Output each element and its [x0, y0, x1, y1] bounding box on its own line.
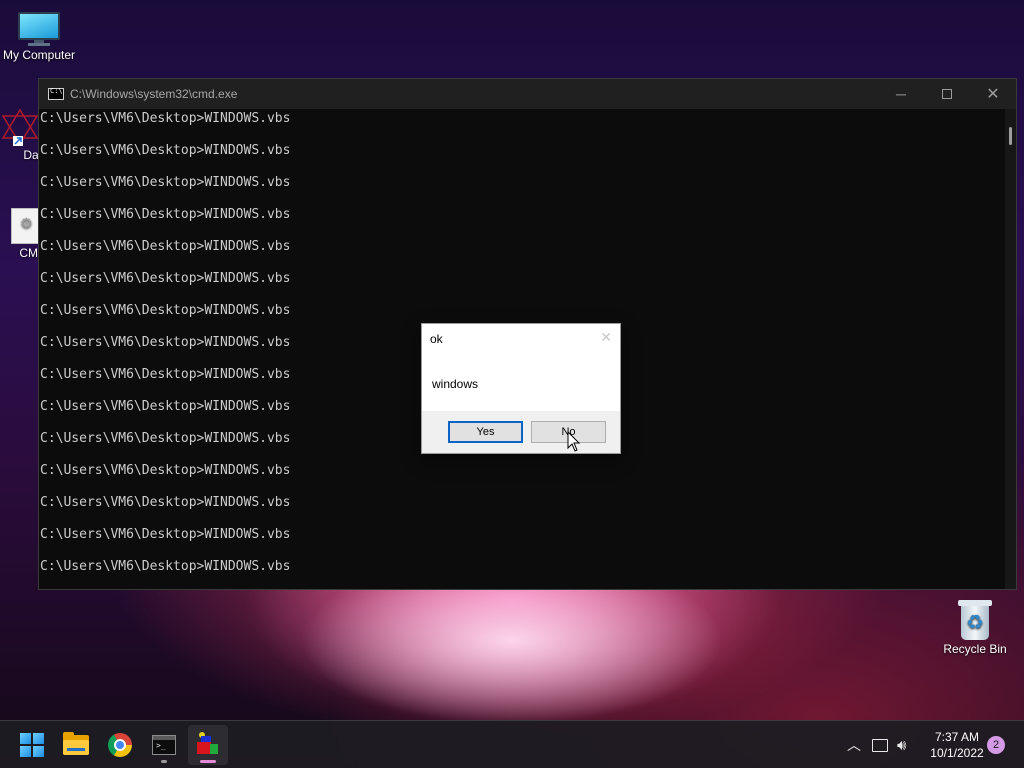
dataw-icon — [1, 108, 39, 146]
chrome-icon — [108, 733, 132, 757]
cmd-app-icon — [48, 87, 64, 100]
terminal-icon — [152, 735, 176, 755]
system-clock[interactable]: 7:37 AM 10/1/2022 — [920, 729, 994, 761]
cmd-file-icon: ⚙ — [11, 208, 41, 244]
minimize-icon: ─ — [896, 86, 906, 102]
taskbar-file-explorer[interactable] — [56, 725, 96, 765]
close-button[interactable]: ✕ — [970, 79, 1016, 109]
running-indicator — [161, 760, 167, 763]
recycle-bin-icon: ♻ — [957, 598, 993, 640]
taskbar-terminal[interactable] — [144, 725, 184, 765]
clock-time: 7:37 AM — [934, 730, 980, 744]
chevron-up-icon[interactable]: ︿ — [844, 735, 864, 755]
desktop-icon-recycle-bin[interactable]: ♻ Recycle Bin — [935, 598, 1015, 656]
scrollbar[interactable] — [1005, 109, 1016, 589]
close-icon[interactable]: ✕ — [600, 329, 612, 346]
yes-button[interactable]: Yes — [448, 421, 523, 443]
console-line: C:\Users\VM6\Desktop>WINDOWS.vbs — [40, 239, 291, 254]
maximize-icon — [942, 89, 952, 99]
console-line: C:\Users\VM6\Desktop>WINDOWS.vbs — [40, 111, 291, 126]
message-box-dialog[interactable]: ok ✕ windows Yes No — [421, 323, 621, 454]
volume-icon[interactable]: 🔊︎ — [897, 737, 906, 754]
monitor-icon — [18, 12, 60, 46]
vbs-script-icon — [195, 732, 221, 758]
notification-badge[interactable]: 2 — [987, 736, 1005, 754]
desktop-icon-my-computer[interactable]: My Computer — [0, 12, 79, 62]
console-line: C:\Users\VM6\Desktop>WINDOWS.vbs — [40, 143, 291, 158]
taskbar-chrome[interactable] — [100, 725, 140, 765]
console-line: C:\Users\VM6\Desktop>WINDOWS.vbs — [40, 495, 291, 510]
dialog-button-bar: Yes No — [422, 411, 620, 453]
console-line: C:\Users\VM6\Desktop>WINDOWS.vbs — [40, 463, 291, 478]
dialog-message: windows — [432, 377, 479, 391]
clock-date: 10/1/2022 — [930, 746, 984, 760]
window-title: C:\Windows\system32\cmd.exe — [70, 87, 238, 101]
maximize-button[interactable] — [924, 79, 970, 109]
cmd-titlebar[interactable]: C:\Windows\system32\cmd.exe ─ ✕ — [39, 79, 1016, 109]
active-indicator — [200, 760, 216, 763]
taskbar-vbs-script[interactable] — [188, 725, 228, 765]
file-explorer-icon — [63, 732, 89, 755]
windows-start-icon — [20, 733, 44, 757]
console-line: C:\Users\VM6\Desktop>WINDOWS.vbs — [40, 271, 291, 286]
dialog-title: ok — [430, 332, 443, 346]
console-line: C:\Users\VM6\Desktop>WINDOWS.vbs — [40, 559, 291, 574]
desktop-icon-label: My Computer — [2, 48, 76, 62]
network-icon[interactable] — [872, 738, 888, 752]
scrollbar-thumb[interactable] — [1009, 127, 1012, 145]
minimize-button[interactable]: ─ — [878, 79, 924, 109]
start-button[interactable] — [12, 725, 52, 765]
console-line: C:\Users\VM6\Desktop>WINDOWS.vbs — [40, 207, 291, 222]
close-icon: ✕ — [986, 86, 1000, 103]
taskbar: ︿ 🔊︎ 7:37 AM 10/1/2022 — [0, 720, 1024, 768]
mouse-cursor-icon — [567, 430, 581, 453]
desktop-icon-label: Recycle Bin — [943, 642, 1007, 656]
console-line: C:\Users\VM6\Desktop>WINDOWS.vbs — [40, 527, 291, 542]
console-line: C:\Users\VM6\Desktop>WINDOWS.vbs — [40, 175, 291, 190]
